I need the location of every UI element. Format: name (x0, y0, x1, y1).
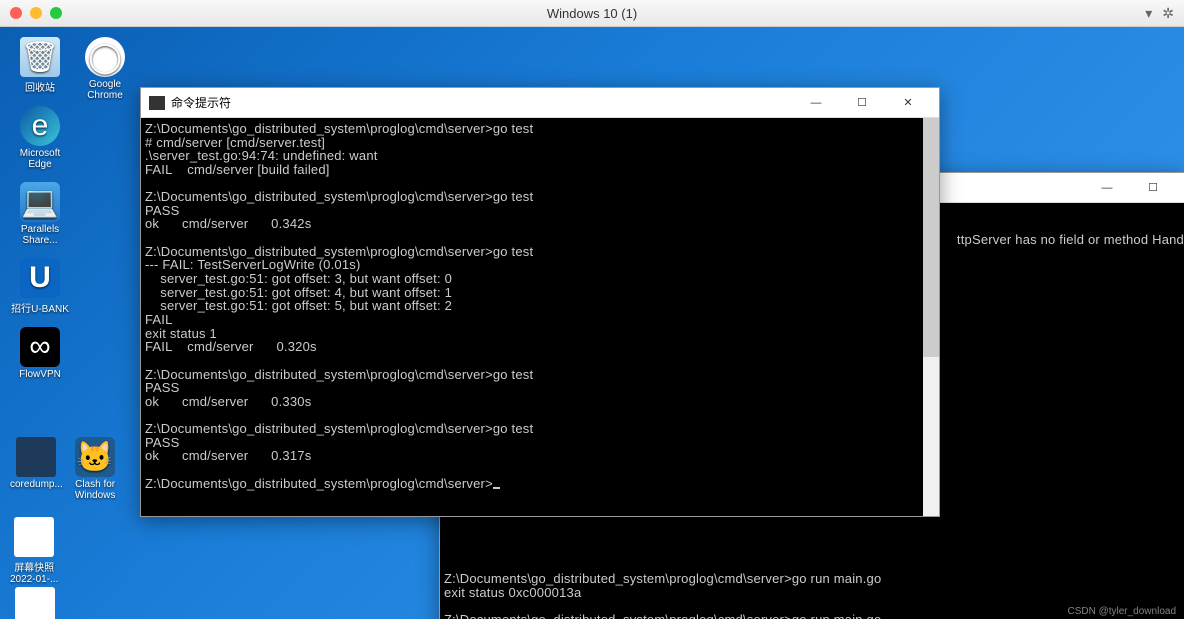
gear-icon[interactable]: ✲ (1162, 5, 1174, 22)
chrome-icon: ◯ (85, 37, 125, 77)
min-traffic[interactable] (30, 7, 42, 19)
icon-label: coredump... (10, 479, 63, 490)
scrollbar-thumb[interactable] (923, 118, 939, 357)
cmd-terminal-body[interactable]: Z:\Documents\go_distributed_system\progl… (141, 118, 939, 516)
flowvpn-icon: ∞ (20, 327, 60, 367)
icon-label: FlowVPN (19, 369, 61, 380)
mac-menu-controls: ▾ ✲ (1145, 5, 1174, 22)
vm-title: Windows 10 (1) (547, 6, 637, 21)
minimize-button[interactable]: — (1084, 173, 1130, 203)
icon-label: 屏幕快照 2022-01-... (10, 559, 58, 585)
icon-label: Parallels Share... (21, 224, 59, 246)
shot-icon (14, 517, 54, 557)
max-traffic[interactable] (50, 7, 62, 19)
icon-label: 回收站 (25, 79, 55, 94)
icon-label: Clash for Windows (75, 479, 116, 501)
desktop-icon-ubank[interactable]: U 招行U-BANK (10, 258, 70, 315)
edge-icon: e (20, 106, 60, 146)
recycle-icon: 🗑 (20, 37, 60, 77)
traffic-lights (10, 7, 62, 19)
close-button[interactable]: ✕ (885, 88, 931, 118)
windows-desktop[interactable]: 🗑 回收站 eMicrosoft Edge 💻Parallels Share... U招… (0, 27, 1184, 619)
cmd-window[interactable]: 命令提示符 — ☐ ✕ Z:\Documents\go_distributed_… (140, 87, 940, 517)
cmd-titlebar[interactable]: 命令提示符 — ☐ ✕ (141, 88, 939, 118)
desktop-icon-flowvpn[interactable]: ∞ FlowVPN (10, 327, 70, 380)
coredump-icon (16, 437, 56, 477)
image-icon (15, 587, 55, 619)
maximize-button[interactable]: ☐ (839, 88, 885, 118)
watermark: CSDN @tyler_download (1067, 606, 1176, 617)
desktop-icon-shot[interactable]: 屏幕快照 2022-01-... (10, 517, 58, 585)
cmd-title-text: 命令提示符 (171, 94, 231, 111)
maximize-button[interactable]: ☐ (1130, 173, 1176, 203)
icon-label: Microsoft Edge (20, 148, 61, 170)
icon-label: 招行U-BANK (11, 300, 69, 315)
close-traffic[interactable] (10, 7, 22, 19)
minimize-button[interactable]: — (793, 88, 839, 118)
icon-label: Google Chrome (87, 79, 123, 101)
desktop-icon-recycle[interactable]: 🗑 回收站 (10, 37, 70, 94)
chevron-down-icon[interactable]: ▾ (1145, 5, 1152, 22)
desktop-icon-parallels[interactable]: 💻Parallels Share... (10, 182, 70, 246)
cmd-icon (149, 96, 165, 110)
desktop-icon-coredump[interactable]: coredump... (10, 437, 63, 501)
mac-titlebar: Windows 10 (1) ▾ ✲ (0, 0, 1184, 27)
desktop-icon-clash[interactable]: 🐱Clash for Windows (75, 437, 116, 501)
ubank-icon: U (20, 258, 60, 298)
parallels-icon: 💻 (20, 182, 60, 222)
desktop-icon-edge[interactable]: eMicrosoft Edge (10, 106, 70, 170)
clash-icon: 🐱 (75, 437, 115, 477)
scrollbar-track[interactable] (923, 118, 939, 516)
desktop-icon-generic[interactable] (10, 587, 60, 619)
desktop-icon-chrome[interactable]: ◯Google Chrome (75, 37, 135, 101)
